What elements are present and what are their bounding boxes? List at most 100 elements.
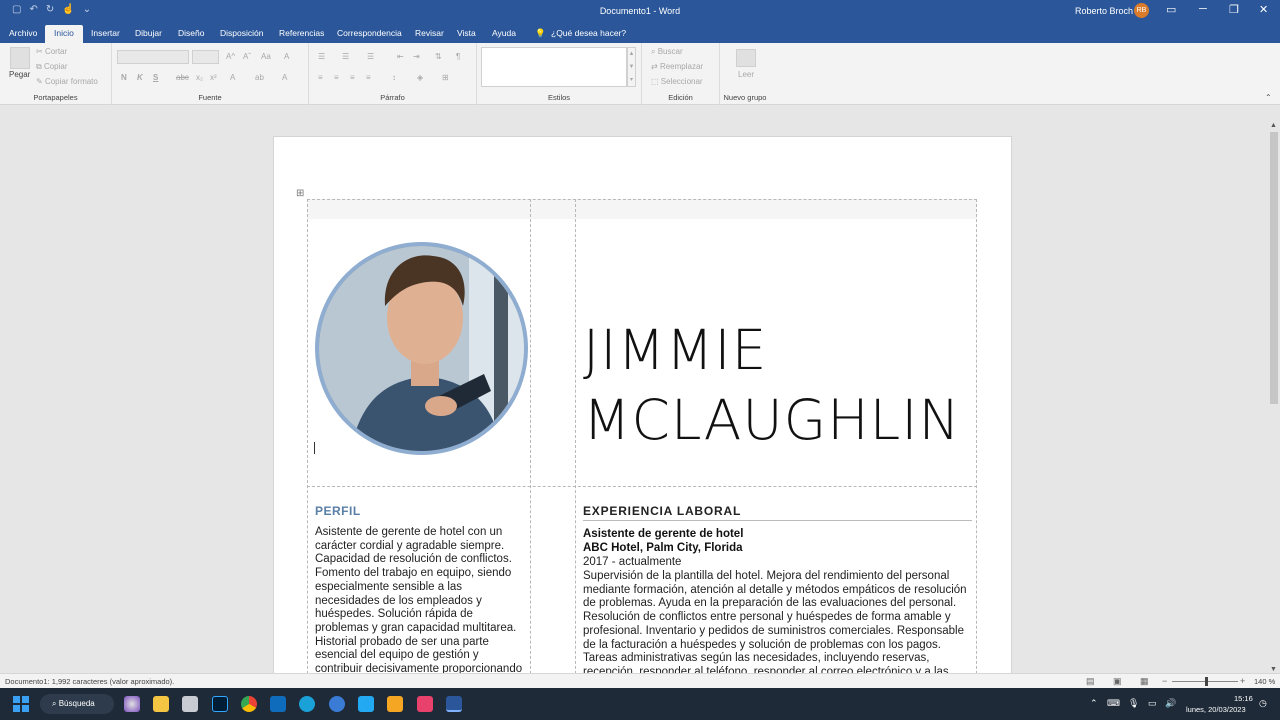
clock-time[interactable]: 15:16	[1234, 694, 1253, 703]
tab-insertar[interactable]: Insertar	[91, 28, 120, 38]
vscode-icon[interactable]	[358, 696, 374, 712]
document-area[interactable]: ⊞ JIMMIE MCLAUGHLIN PERFIL Asistente de …	[0, 105, 1268, 673]
document-page[interactable]: ⊞ JIMMIE MCLAUGHLIN PERFIL Asistente de …	[274, 137, 1011, 673]
name-line-2[interactable]: MCLAUGHLIN	[583, 393, 961, 448]
replace-button[interactable]: Reemplazar	[660, 62, 703, 71]
underline-button[interactable]: S	[153, 73, 158, 82]
shrink-font-button[interactable]: Aˇ	[243, 52, 251, 61]
word-taskbar-icon[interactable]	[446, 696, 462, 712]
store-icon[interactable]	[182, 696, 198, 712]
tell-me-search[interactable]: ¿Qué desea hacer?	[551, 28, 626, 38]
clear-format-button[interactable]: A	[284, 52, 289, 61]
app-icon[interactable]	[387, 696, 403, 712]
cut-button[interactable]: Cortar	[45, 47, 67, 56]
job-title[interactable]: Asistente de gerente de hotel	[583, 528, 743, 540]
tab-diseno[interactable]: Diseño	[178, 28, 204, 38]
zoom-level[interactable]: 140 %	[1254, 677, 1275, 686]
tab-ayuda[interactable]: Ayuda	[492, 28, 516, 38]
subscript-button[interactable]: x₂	[196, 73, 203, 82]
profile-heading[interactable]: PERFIL	[315, 504, 361, 518]
job-description[interactable]: Supervisión de la plantilla del hotel. M…	[583, 570, 968, 673]
tab-referencias[interactable]: Referencias	[279, 28, 324, 38]
web-layout-icon[interactable]: ▦	[1140, 676, 1149, 687]
avatar[interactable]: RB	[1134, 3, 1149, 18]
tab-vista[interactable]: Vista	[457, 28, 476, 38]
scroll-up-icon[interactable]: ▲	[1270, 122, 1277, 129]
line-spacing-icon[interactable]: ↕	[392, 73, 396, 82]
increase-indent-icon[interactable]: ⇥	[413, 52, 420, 61]
vertical-scrollbar[interactable]: ▲ ▼	[1268, 122, 1280, 673]
font-size-combo[interactable]	[192, 50, 219, 64]
zoom-in-icon[interactable]: +	[1240, 676, 1245, 686]
change-case-button[interactable]: Aa	[261, 52, 271, 61]
justify-icon[interactable]: ≡	[366, 73, 371, 82]
superscript-button[interactable]: x²	[210, 73, 217, 82]
volume-icon[interactable]: 🔊	[1165, 698, 1176, 709]
outlook-icon[interactable]	[270, 696, 286, 712]
tab-archivo[interactable]: Archivo	[9, 28, 37, 38]
read-mode-icon[interactable]: ▤	[1086, 676, 1095, 687]
borders-icon[interactable]: ⊞	[442, 73, 449, 82]
close-button[interactable]: ✕	[1259, 3, 1268, 16]
name-line-1[interactable]: JIMMIE	[583, 323, 767, 378]
messaging-icon[interactable]	[329, 696, 345, 712]
clock-date[interactable]: lunes, 20/03/2023	[1186, 705, 1246, 714]
grow-font-button[interactable]: A^	[226, 52, 235, 61]
tab-revisar[interactable]: Revisar	[415, 28, 444, 38]
format-painter-button[interactable]: Copiar formato	[45, 77, 98, 86]
taskbar-search[interactable]: ⌕ Búsqueda	[40, 694, 114, 714]
paste-icon[interactable]	[10, 47, 30, 69]
windows-start-icon[interactable]	[13, 696, 29, 712]
shading-icon[interactable]: ◈	[417, 73, 423, 82]
bold-button[interactable]: N	[121, 73, 127, 82]
table-move-handle-icon[interactable]: ⊞	[296, 188, 304, 199]
bullets-icon[interactable]: ☰	[318, 52, 325, 61]
tab-dibujar[interactable]: Dibujar	[135, 28, 162, 38]
multilevel-list-icon[interactable]: ☰	[367, 52, 374, 61]
profile-text[interactable]: Asistente de gerente de hotel con un car…	[315, 526, 525, 673]
profile-photo[interactable]	[315, 242, 528, 455]
font-name-combo[interactable]	[117, 50, 189, 64]
job-dates[interactable]: 2017 - actualmente	[583, 556, 681, 568]
tray-overflow-icon[interactable]: ⌃	[1090, 698, 1098, 709]
copy-button[interactable]: Copiar	[44, 62, 68, 71]
paste-button[interactable]: Pegar	[9, 70, 30, 79]
edge-icon[interactable]	[299, 696, 315, 712]
zoom-slider-thumb[interactable]	[1205, 677, 1208, 686]
keyboard-icon[interactable]: ⌨	[1107, 698, 1120, 709]
tab-correspondencia[interactable]: Correspondencia	[337, 28, 402, 38]
file-explorer-icon[interactable]	[153, 696, 169, 712]
network-icon[interactable]: ▭	[1148, 698, 1157, 709]
photoshop-icon[interactable]	[212, 696, 228, 712]
immersive-reader-icon[interactable]	[736, 49, 756, 67]
show-marks-button[interactable]: ¶	[456, 52, 460, 61]
notifications-icon[interactable]: ◷	[1259, 698, 1267, 709]
align-center-icon[interactable]: ≡	[334, 73, 339, 82]
experience-heading[interactable]: EXPERIENCIA LABORAL	[583, 504, 741, 518]
scroll-down-icon[interactable]: ▼	[1270, 666, 1277, 673]
font-color-button[interactable]: A	[282, 73, 287, 82]
chat-app-icon[interactable]	[124, 696, 140, 712]
read-button[interactable]: Leer	[738, 70, 754, 79]
decrease-indent-icon[interactable]: ⇤	[397, 52, 404, 61]
align-right-icon[interactable]: ≡	[350, 73, 355, 82]
styles-gallery[interactable]	[481, 47, 627, 87]
tab-disposicion[interactable]: Disposición	[220, 28, 263, 38]
job-company[interactable]: ABC Hotel, Palm City, Florida	[583, 542, 743, 554]
strikethrough-button[interactable]: abc	[176, 73, 189, 82]
collapse-ribbon-icon[interactable]: ⌃	[1265, 93, 1272, 102]
chrome-icon[interactable]	[241, 696, 257, 712]
styles-scroll-icon[interactable]: ▲ ▼ ▾	[627, 47, 636, 87]
microphone-icon[interactable]: 🎙	[1128, 698, 1139, 709]
select-button[interactable]: Seleccionar	[661, 77, 703, 86]
restore-button[interactable]: ❐	[1229, 3, 1239, 16]
align-left-icon[interactable]: ≡	[318, 73, 323, 82]
italic-button[interactable]: K	[137, 73, 143, 82]
media-app-icon[interactable]	[417, 696, 433, 712]
sort-icon[interactable]: ⇅	[435, 52, 442, 61]
print-layout-icon[interactable]: ▣	[1113, 676, 1122, 687]
numbering-icon[interactable]: ☰	[342, 52, 349, 61]
word-count[interactable]: Documento1: 1,992 caracteres (valor apro…	[5, 677, 174, 686]
minimize-button[interactable]: ─	[1199, 3, 1207, 15]
text-effects-button[interactable]: A	[230, 73, 235, 82]
